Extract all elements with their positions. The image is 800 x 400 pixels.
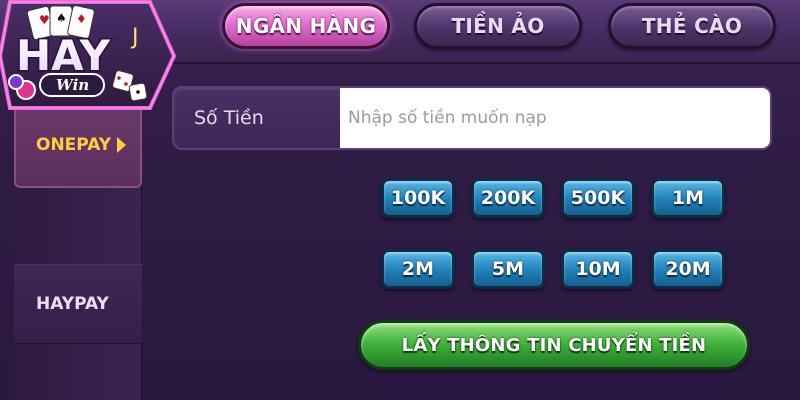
sidebar-item-label: HAYPAY bbox=[36, 294, 109, 314]
amount-5m-button[interactable]: 5M bbox=[471, 249, 545, 289]
amount-1m-button[interactable]: 1M bbox=[651, 178, 725, 218]
amount-500k-button[interactable]: 500K bbox=[561, 178, 635, 218]
amount-10m-button[interactable]: 10M bbox=[561, 249, 635, 289]
sidebar-item-label: ONEPAY bbox=[36, 135, 112, 155]
amount-200k-button[interactable]: 200K bbox=[471, 178, 545, 218]
cards-dice-logo-icon: ♥ ♠ ♦ HAY Win J bbox=[0, 0, 177, 110]
amount-label: Số Tiền bbox=[194, 107, 264, 129]
chevron-right-icon bbox=[117, 137, 127, 153]
get-transfer-info-button[interactable]: LẤY THÔNG TIN CHUYỂN TIỀN bbox=[358, 320, 750, 370]
payment-method-sidebar: ONEPAY HAYPAY bbox=[14, 78, 142, 400]
amount-field-row: Số Tiền bbox=[172, 86, 772, 150]
svg-text:♥: ♥ bbox=[39, 13, 50, 27]
amount-100k-button[interactable]: 100K bbox=[381, 178, 455, 218]
svg-text:♠: ♠ bbox=[56, 11, 67, 25]
amount-20m-button[interactable]: 20M bbox=[651, 249, 725, 289]
svg-text:Win: Win bbox=[56, 76, 89, 94]
svg-text:♦: ♦ bbox=[76, 12, 87, 26]
amount-2m-button[interactable]: 2M bbox=[381, 249, 455, 289]
tab-tien-ao[interactable]: TIỀN ẢO bbox=[414, 3, 582, 49]
haywin-logo: ♥ ♠ ♦ HAY Win J bbox=[0, 0, 177, 112]
tab-the-cao[interactable]: THẺ CÀO bbox=[608, 3, 776, 49]
svg-text:HAY: HAY bbox=[16, 31, 111, 80]
sidebar-item-haypay[interactable]: HAYPAY bbox=[14, 264, 142, 344]
amount-input[interactable] bbox=[340, 88, 770, 148]
sidebar-item-onepay[interactable]: ONEPAY bbox=[14, 102, 142, 188]
svg-text:J: J bbox=[130, 25, 139, 50]
tab-ngan-hang[interactable]: NGÂN HÀNG bbox=[222, 3, 390, 49]
